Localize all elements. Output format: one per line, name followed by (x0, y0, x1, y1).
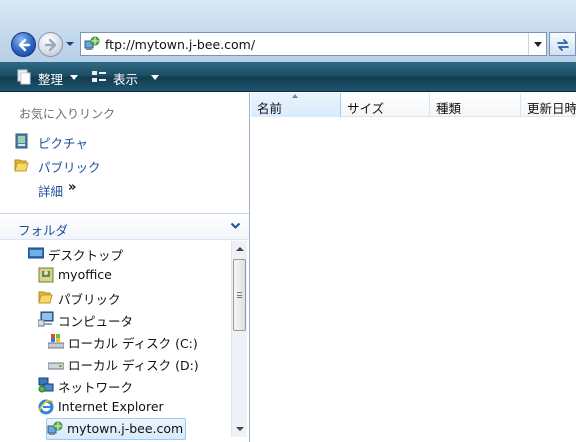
favorite-link-label: パブリック (38, 160, 101, 175)
ftp-site-icon (84, 36, 100, 50)
ftp-site-icon (47, 421, 63, 435)
chevron-down-icon[interactable] (230, 222, 241, 230)
tree-item-local-disk-c[interactable]: ローカル ディスク (C:) (48, 331, 218, 352)
favorite-link-pictures[interactable]: ピクチャ (14, 131, 234, 151)
double-chevron-right-icon[interactable]: » (68, 180, 76, 195)
address-dropdown-button[interactable] (528, 33, 546, 55)
views-button[interactable]: 表示 (91, 68, 161, 87)
forward-arrow-icon (44, 38, 57, 52)
pictures-icon (15, 133, 28, 149)
tree-item-computer[interactable]: コンピュータ (38, 309, 218, 330)
public-folder-icon (38, 291, 53, 304)
scroll-up-button[interactable] (232, 241, 248, 257)
chevron-down-icon[interactable] (65, 40, 75, 48)
scrollbar-thumb[interactable] (233, 259, 246, 331)
tree-item-label: ローカル ディスク (D:) (68, 358, 199, 373)
folder-tree-scrollbar[interactable] (231, 241, 247, 437)
back-button[interactable] (11, 32, 36, 57)
tree-item-label: ネットワーク (58, 380, 134, 395)
refresh-button[interactable] (549, 32, 576, 56)
tree-item-ftp-site[interactable]: mytown.j-bee.com (46, 418, 186, 440)
address-field[interactable]: ftp://mytown.j-bee.com/ (80, 32, 547, 56)
internet-explorer-icon (38, 399, 54, 415)
folders-header-label: フォルダ (18, 223, 69, 238)
column-header-size[interactable]: サイズ (341, 93, 430, 117)
caret-down-icon (70, 75, 78, 80)
scroll-down-button[interactable] (232, 421, 248, 437)
folders-pane-header[interactable]: フォルダ (0, 213, 249, 240)
column-header-label: 名前 (257, 101, 283, 116)
address-url: ftp://mytown.j-bee.com/ (105, 37, 256, 52)
organize-icon (17, 69, 31, 85)
tree-item-myoffice[interactable]: myoffice (38, 265, 218, 286)
column-header-name[interactable]: 名前 (251, 93, 341, 117)
folder-tree: デスクトップ myoffice パブリック コンピュータ ローカル ディスク (… (0, 241, 230, 442)
organize-label: 整理 (38, 72, 64, 87)
tree-item-label: mytown.j-bee.com (67, 421, 184, 436)
column-header-row: 名前 サイズ 種類 更新日時 (251, 93, 576, 117)
network-icon (38, 377, 54, 393)
drive-icon (48, 362, 64, 370)
column-header-label: 種類 (436, 101, 462, 116)
tree-item-label: myoffice (58, 267, 112, 282)
user-folder-icon (38, 267, 54, 283)
address-toolbar: ftp://mytown.j-bee.com/ (0, 0, 576, 62)
system-drive-icon (48, 334, 64, 349)
tree-item-public[interactable]: パブリック (38, 287, 218, 308)
tree-item-local-disk-d[interactable]: ローカル ディスク (D:) (48, 353, 218, 374)
tree-item-label: パブリック (58, 292, 121, 307)
file-list[interactable]: 名前 サイズ 種類 更新日時 (251, 93, 576, 442)
tree-item-label: デスクトップ (48, 248, 124, 263)
tree-item-label: Internet Explorer (58, 399, 164, 414)
command-bar: 整理 表示 (0, 62, 576, 92)
navigation-pane: お気に入りリンク ピクチャ パブリック 詳細 » フォルダ デスクトップ myo… (0, 93, 250, 442)
sort-ascending-icon (292, 94, 298, 98)
computer-icon (38, 311, 54, 327)
organize-button[interactable]: 整理 (16, 68, 80, 87)
column-header-date-modified[interactable]: 更新日時 (521, 93, 576, 117)
desktop-icon (28, 247, 44, 259)
tree-item-desktop[interactable]: デスクトップ (28, 243, 218, 264)
tree-item-label: コンピュータ (58, 314, 134, 329)
favorite-links-header: お気に入りリンク (19, 107, 116, 121)
column-header-label: 更新日時 (527, 101, 576, 116)
more-links-label[interactable]: 詳細 (38, 181, 63, 200)
tree-item-network[interactable]: ネットワーク (38, 375, 218, 396)
caret-down-icon (151, 75, 159, 80)
column-header-label: サイズ (347, 101, 385, 116)
favorite-link-label: ピクチャ (38, 136, 88, 151)
views-icon (92, 71, 106, 82)
refresh-icon (557, 39, 569, 51)
tree-item-label: ローカル ディスク (C:) (68, 336, 198, 351)
column-header-type[interactable]: 種類 (430, 93, 521, 117)
favorite-link-public[interactable]: パブリック (14, 155, 234, 175)
back-arrow-icon (18, 38, 31, 52)
forward-button[interactable] (38, 32, 63, 57)
views-label: 表示 (113, 72, 139, 87)
public-folder-icon (14, 159, 29, 172)
tree-item-internet-explorer[interactable]: Internet Explorer (38, 397, 218, 418)
